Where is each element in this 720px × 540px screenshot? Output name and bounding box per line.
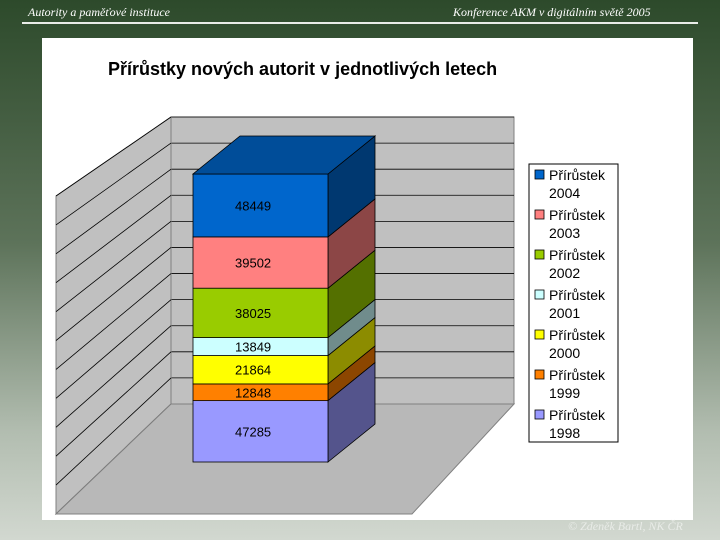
chart-legend: Přírůstek 2004Přírůstek 2003Přírůstek 2002P… <box>528 163 619 443</box>
legend-swatch <box>534 409 545 420</box>
legend-swatch <box>534 249 545 260</box>
data-label-series-0: 47285 <box>235 424 271 439</box>
chart-title: Přírůstky nových autorit v jednotlivých … <box>108 59 497 79</box>
header-divider <box>22 22 698 24</box>
stacked-column-chart: Přírůstky nových autorit v jednotlivých … <box>54 59 619 516</box>
legend-swatch <box>534 289 545 300</box>
data-label-series-4: 38025 <box>235 306 271 321</box>
header-left-text: Autority a paměťové instituce <box>28 5 170 19</box>
header-right-text: Konference AKM v digitálním světě 2005 <box>453 5 651 19</box>
legend-swatch <box>534 209 545 220</box>
data-label-series-1: 12848 <box>235 385 271 400</box>
chart-frame: Přírůstky nových autorit v jednotlivých … <box>42 38 693 520</box>
footer-credit: © Zdeněk Bartl, NK ČR <box>568 519 683 533</box>
legend-swatch <box>534 169 545 180</box>
data-label-series-2: 21864 <box>235 363 271 378</box>
legend-swatch <box>534 369 545 380</box>
data-label-series-6: 48449 <box>235 198 271 213</box>
chart-segments <box>191 135 377 463</box>
data-label-series-5: 39502 <box>235 256 271 271</box>
legend-swatch <box>534 329 545 340</box>
data-label-series-3: 13849 <box>235 340 271 355</box>
